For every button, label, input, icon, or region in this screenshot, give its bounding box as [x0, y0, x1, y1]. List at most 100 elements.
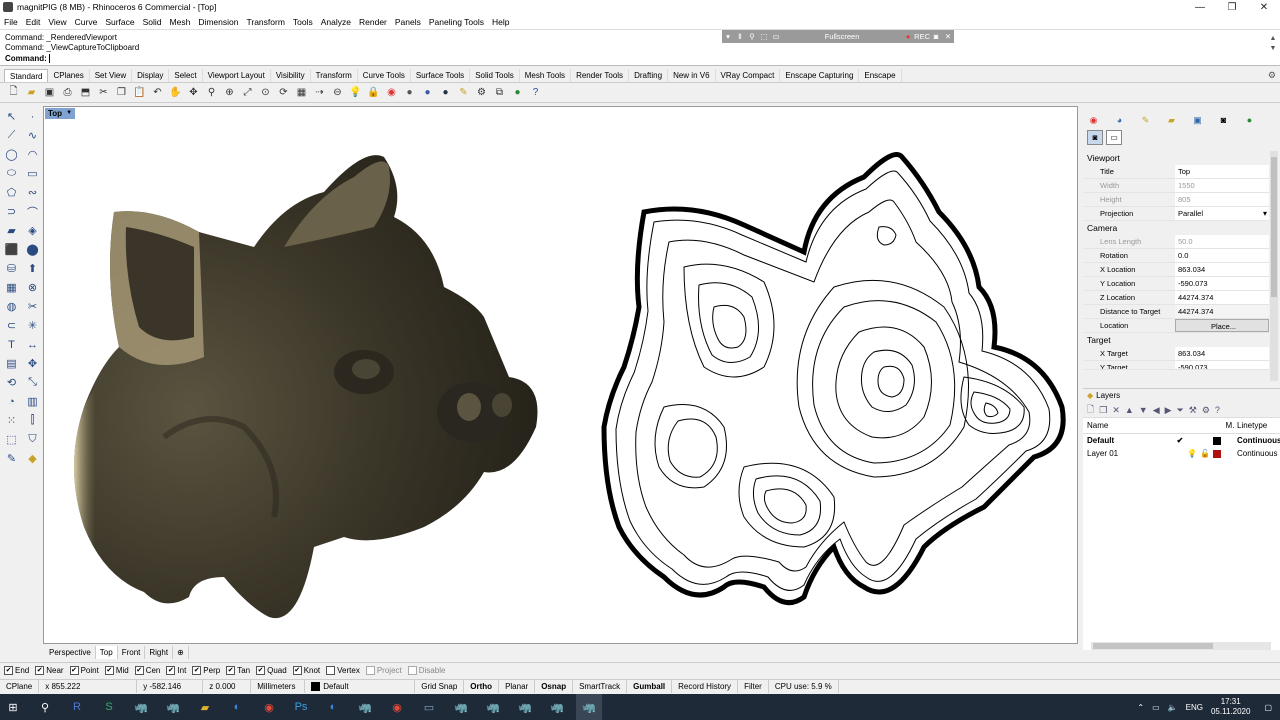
delete-layer-icon[interactable]: ✕ [1112, 405, 1120, 416]
lock-icon[interactable]: ⊖ [330, 85, 345, 100]
cage-icon[interactable]: ⬚ [3, 431, 20, 448]
layer-properties-icon[interactable]: ⚙ [1202, 405, 1210, 416]
prop-value[interactable]: 44274.374 [1175, 305, 1269, 318]
edge-icon[interactable]: ◐ [320, 694, 346, 720]
command-scrollbar[interactable]: ▲ ▼ [1268, 34, 1278, 64]
analyze-icon[interactable]: ◔ [3, 393, 20, 410]
tab-perspective[interactable]: Perspective [45, 646, 96, 659]
region-icon[interactable]: ⬚ [758, 32, 770, 41]
place-button[interactable]: Place... [1175, 319, 1269, 332]
prop-value[interactable]: 863.034 [1175, 263, 1269, 276]
arc-icon[interactable]: ◠ [24, 146, 41, 163]
col-linetype[interactable]: Linetype [1237, 418, 1280, 433]
tab-new-in-v6[interactable]: New in V6 [668, 69, 716, 82]
paste-icon[interactable]: 📋 [132, 85, 147, 100]
checkbox[interactable] [407, 665, 417, 675]
checkbox[interactable]: ✔ [104, 665, 114, 675]
rhino-icon[interactable]: 🦏 [480, 694, 506, 720]
checkbox[interactable] [326, 665, 336, 675]
layer-linetype[interactable]: Continuous [1237, 434, 1280, 447]
checkbox[interactable]: ✔ [226, 665, 236, 675]
osnap-knot[interactable]: ✔ Knot [292, 665, 320, 675]
notification-icon[interactable]: ▢ [1264, 703, 1272, 712]
text-icon[interactable]: T [3, 336, 20, 353]
new-layer-icon[interactable]: 🗋 [1087, 402, 1094, 418]
properties-scrollbar[interactable] [1270, 151, 1278, 381]
tab-set-view[interactable]: Set View [90, 69, 133, 82]
paint-icon[interactable]: ◆ [24, 450, 41, 467]
current-layer-check[interactable]: ✔ [1175, 434, 1185, 447]
folder-icon[interactable]: ▰ [192, 694, 218, 720]
move-icon[interactable]: ✥ [24, 355, 41, 372]
dropdown-icon[interactable]: ▾ [722, 32, 734, 41]
osnap-disable[interactable]: Disable [407, 665, 445, 675]
menu-dimension[interactable]: Dimension [198, 17, 238, 27]
checkbox[interactable]: ✔ [292, 665, 302, 675]
snapshot-icon[interactable]: ⧉ [492, 85, 507, 100]
select-icon[interactable]: ⇢ [312, 85, 327, 100]
flow-icon[interactable]: ⫿ [24, 412, 41, 429]
new-file-icon[interactable]: 🗋 [6, 85, 21, 100]
osnap-perp[interactable]: ✔ Perp [192, 665, 220, 675]
tab-drafting[interactable]: Drafting [629, 69, 669, 82]
col-name[interactable]: Name [1083, 418, 1175, 433]
print-icon[interactable]: ⎙ [60, 85, 75, 100]
sphere-icon[interactable]: ● [420, 85, 435, 100]
box-icon[interactable]: ⬛ [3, 241, 20, 258]
revit-icon[interactable]: R [64, 694, 90, 720]
viewport-top[interactable]: Top ▼ [43, 106, 1078, 644]
menu-mesh[interactable]: Mesh [170, 17, 191, 27]
tab-select[interactable]: Select [169, 69, 203, 82]
polyline-icon[interactable]: ⟋ [3, 127, 20, 144]
menu-file[interactable]: File [4, 17, 18, 27]
menu-render[interactable]: Render [359, 17, 387, 27]
osnap-mid[interactable]: ✔ Mid [104, 665, 129, 675]
cylinder-icon[interactable]: ⛁ [3, 260, 20, 277]
layer-color[interactable] [1211, 447, 1223, 460]
osnap-point[interactable]: ✔ Point [69, 665, 99, 675]
materials-tab-icon[interactable]: ◕ [1112, 114, 1127, 126]
current-layer-check[interactable] [1175, 447, 1185, 460]
tab-visibility[interactable]: Visibility [271, 69, 311, 82]
trim-icon[interactable]: ✂ [24, 298, 41, 315]
sphere-solid-icon[interactable]: ⬤ [24, 241, 41, 258]
shield-icon[interactable]: ⛉ [24, 431, 41, 448]
tab-viewport-layout[interactable]: Viewport Layout [203, 69, 271, 82]
menu-panels[interactable]: Panels [395, 17, 421, 27]
loft-icon[interactable]: ◈ [24, 222, 41, 239]
tab-vray-compact[interactable]: VRay Compact [716, 69, 781, 82]
rhino-icon[interactable]: 🦏 [512, 694, 538, 720]
render-icon[interactable]: ● [438, 85, 453, 100]
checkbox[interactable]: ✔ [4, 665, 13, 675]
zoom-window-icon[interactable]: ⊕ [222, 85, 237, 100]
properties-tab-icon[interactable]: ◉ [1086, 114, 1101, 126]
select-arrow-icon[interactable]: ↖ [3, 108, 20, 125]
light-tab-icon[interactable]: ✎ [1138, 114, 1153, 126]
tools-icon[interactable]: ⚒ [1189, 405, 1197, 416]
prop-value[interactable]: 0.0 [1175, 249, 1269, 262]
tab-top[interactable]: Top [95, 646, 118, 659]
status-smarttrack[interactable]: SmartTrack [573, 680, 628, 693]
tab-standard[interactable]: Standard [4, 69, 49, 82]
status-units[interactable]: Millimeters [251, 680, 306, 693]
tab-right[interactable]: Right [145, 646, 174, 659]
prop-value[interactable]: 863.034 [1175, 347, 1269, 360]
zoom-selected-icon[interactable]: ⊙ [258, 85, 273, 100]
ellipse-icon[interactable]: ⬭ [3, 165, 20, 182]
join-icon[interactable]: ⊂ [3, 317, 20, 334]
menu-analyze[interactable]: Analyze [321, 17, 351, 27]
status-osnap[interactable]: Osnap [535, 680, 574, 693]
tab-display[interactable]: Display [132, 69, 170, 82]
environment-tab-icon[interactable]: ● [1242, 114, 1257, 126]
osnap-int[interactable]: ✔ Int [166, 665, 186, 675]
hatch-icon[interactable]: ✎ [456, 85, 471, 100]
menu-tools[interactable]: Tools [293, 17, 313, 27]
layer-linetype[interactable]: Continuous [1237, 447, 1280, 460]
layer-visible[interactable] [1185, 434, 1199, 447]
clock[interactable]: 17:31 05.11.2020 [1211, 697, 1250, 717]
padlock-icon[interactable]: 🔒 [366, 85, 381, 100]
prop-value[interactable]: Top [1175, 165, 1269, 178]
status-gumball[interactable]: Gumball [627, 680, 673, 693]
help-icon[interactable]: ? [1215, 405, 1220, 415]
import-icon[interactable]: ⬒ [78, 85, 93, 100]
